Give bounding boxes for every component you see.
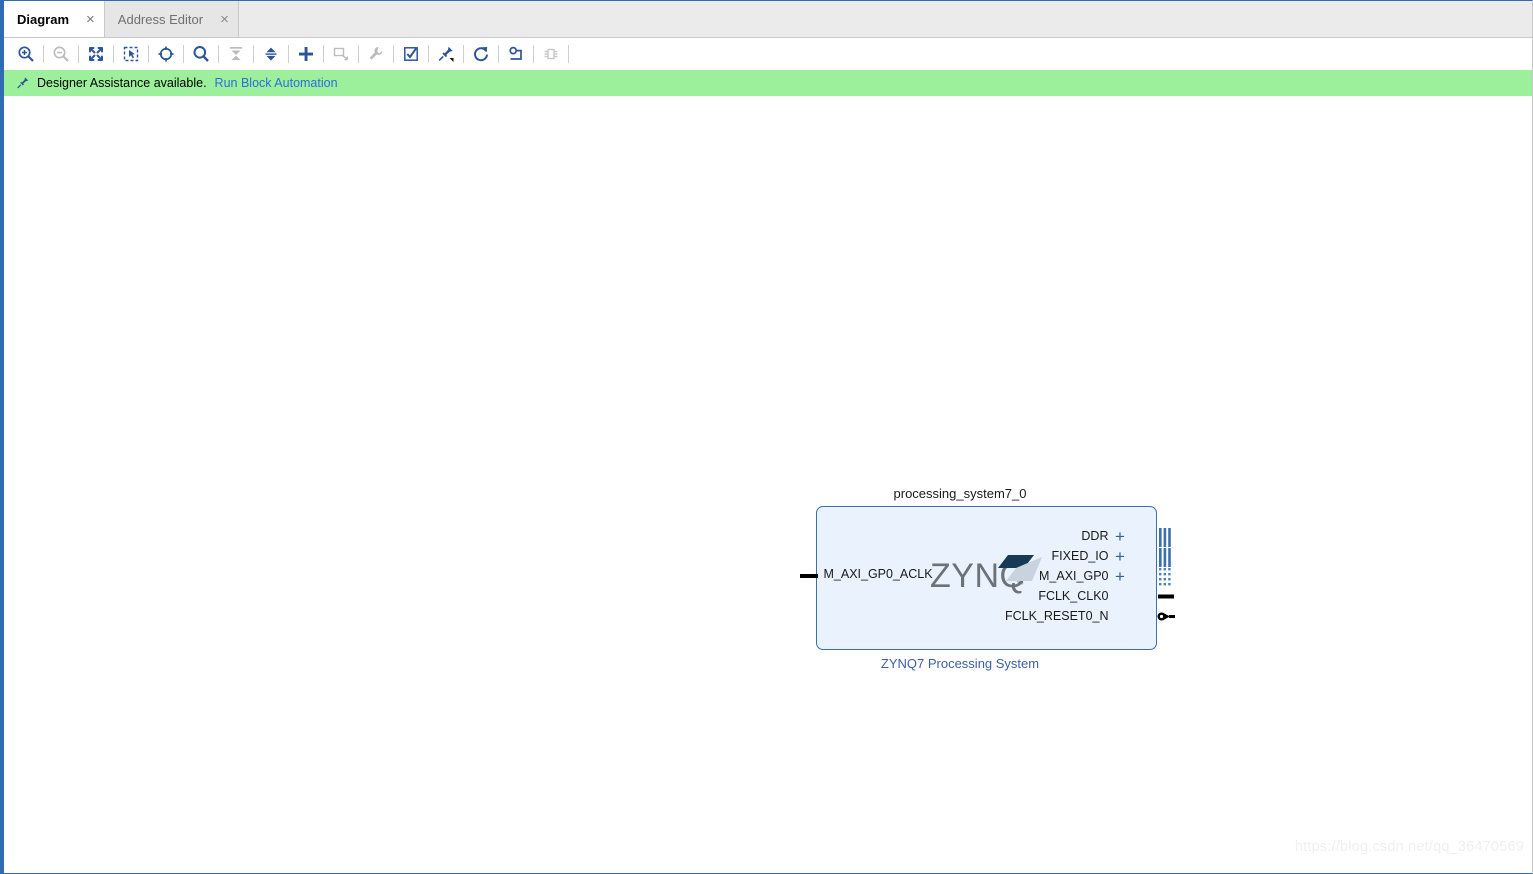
toolbar-separator — [498, 44, 499, 63]
zoom-in-icon[interactable] — [12, 41, 40, 67]
toolbar-separator — [428, 44, 429, 63]
toolbar-separator — [78, 44, 79, 63]
port-label-fclk-reset0-n: FCLK_RESET0_N — [1004, 609, 1109, 623]
tab-address-editor-label: Address Editor — [117, 11, 204, 27]
watermark-text: https://blog.csdn.net/qq_36470569 — [1294, 839, 1524, 855]
ip-block-instance-name: processing_system7_0 — [893, 486, 1027, 501]
port-label-m-axi-gp0: M_AXI_GP0 — [1039, 569, 1109, 583]
toolbar-separator — [113, 44, 114, 63]
toolbar-separator — [43, 44, 44, 63]
tab-diagram-label: Diagram — [17, 11, 70, 27]
bus-connector-m-axi-gp0 — [1158, 568, 1171, 586]
bus-connector-fixed-io — [1158, 548, 1171, 567]
port-row-fixed-io[interactable]: FIXED_IO + — [764, 546, 1131, 566]
search-icon[interactable] — [187, 41, 215, 67]
interface-connection-icon[interactable] — [537, 41, 565, 67]
add-module-icon[interactable] — [327, 41, 355, 67]
toolbar-separator — [568, 44, 569, 63]
toolbar-separator — [288, 44, 289, 63]
port-row-m-axi-gp0[interactable]: M_AXI_GP0 + — [764, 566, 1131, 586]
validate-design-icon[interactable] — [397, 41, 425, 67]
toolbar-separator — [183, 44, 184, 63]
designer-assistance-pin-icon — [16, 76, 30, 90]
fit-selection-icon[interactable] — [152, 41, 180, 67]
add-ip-icon[interactable] — [292, 41, 320, 67]
zoom-fit-icon[interactable] — [82, 41, 110, 67]
toolbar-separator — [323, 44, 324, 63]
diagram-toolbar — [4, 38, 1532, 70]
expand-icon[interactable]: + — [1113, 528, 1128, 545]
expand-all-icon[interactable] — [257, 41, 285, 67]
tab-diagram[interactable]: Diagram × — [4, 1, 105, 37]
collapse-all-icon[interactable] — [222, 41, 250, 67]
expand-icon[interactable]: + — [1113, 548, 1128, 565]
toolbar-separator — [148, 44, 149, 63]
port-row-ddr[interactable]: DDR + — [764, 526, 1131, 546]
expand-icon[interactable]: + — [1113, 568, 1128, 585]
optimize-routing-icon[interactable] — [502, 41, 530, 67]
run-block-automation-link[interactable]: Run Block Automation — [215, 76, 338, 90]
zoom-out-icon[interactable] — [47, 41, 75, 67]
port-connectors — [1157, 506, 1179, 650]
designer-assistance-icon[interactable] — [432, 41, 460, 67]
tab-bar-filler — [238, 1, 1532, 37]
toolbar-separator — [533, 44, 534, 63]
block-design-canvas[interactable]: processing_system7_0 M_AXI_GP0_ACLK ZYNQ… — [4, 96, 1532, 873]
tab-address-editor[interactable]: Address Editor × — [104, 1, 239, 37]
designer-assistance-banner: Designer Assistance available. Run Block… — [4, 70, 1532, 96]
port-label-ddr: DDR — [1081, 529, 1109, 543]
port-label-fixed-io: FIXED_IO — [1051, 549, 1109, 563]
pin-connector-fclk-reset0-n — [1157, 612, 1175, 621]
toolbar-separator — [253, 44, 254, 63]
ip-block-body[interactable]: M_AXI_GP0_ACLK ZYNQ ™ DDR + FIXED_IO + M… — [790, 506, 1175, 650]
toolbar-separator — [358, 44, 359, 63]
ip-block-caption: ZYNQ7 Processing System — [880, 656, 1040, 671]
toolbar-separator — [393, 44, 394, 63]
close-icon[interactable]: × — [86, 12, 95, 27]
vivado-block-design-window: Diagram × Address Editor × Designer Assi… — [0, 0, 1533, 874]
port-label-fclk-clk0: FCLK_CLK0 — [1038, 589, 1109, 603]
editor-tab-bar: Diagram × Address Editor × — [4, 1, 1532, 38]
ip-block-processing-system7-0[interactable]: processing_system7_0 M_AXI_GP0_ACLK ZYNQ… — [760, 486, 1175, 671]
pin-connector-fclk-clk0 — [1157, 594, 1174, 599]
designer-assistance-text: Designer Assistance available. — [37, 76, 207, 90]
bus-connector-ddr — [1158, 528, 1171, 547]
toolbar-separator — [218, 44, 219, 63]
zoom-area-icon[interactable] — [117, 41, 145, 67]
toolbar-separator — [463, 44, 464, 63]
close-icon[interactable]: × — [220, 12, 229, 27]
customize-block-icon[interactable] — [362, 41, 390, 67]
port-row-fclk-clk0[interactable]: FCLK_CLK0 — [764, 586, 1131, 606]
port-row-fclk-reset0-n[interactable]: FCLK_RESET0_N — [764, 606, 1131, 626]
regenerate-layout-icon[interactable] — [467, 41, 495, 67]
